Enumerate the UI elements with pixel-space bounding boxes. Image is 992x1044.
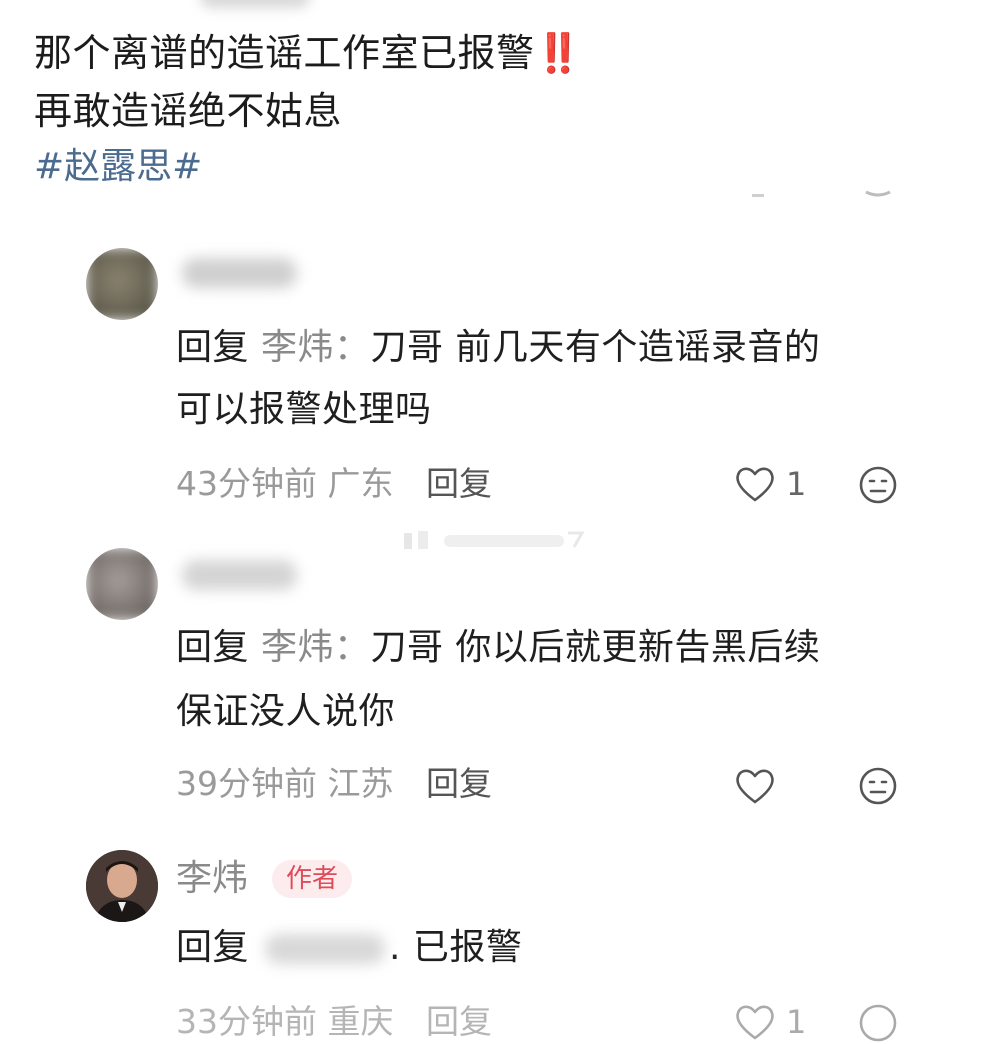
heart-outline-icon[interactable] <box>734 1002 776 1042</box>
blurred-username-top <box>200 0 310 8</box>
neutral-face-icon[interactable] <box>858 1003 898 1043</box>
heart-outline-icon[interactable] <box>734 766 776 806</box>
divider <box>752 190 891 197</box>
reply-to-user[interactable]: 李炜： <box>261 627 371 668</box>
watermark <box>404 531 585 549</box>
blurred-username[interactable] <box>264 934 385 964</box>
reply-button[interactable]: 回复 <box>426 1002 492 1041</box>
hashtag-link[interactable]: #赵露思# <box>34 142 202 192</box>
heart-outline-icon[interactable] <box>734 464 776 504</box>
post-text-line-1: 那个离谱的造谣工作室已报警‼️ <box>34 28 582 78</box>
post-text: 那个离谱的造谣工作室已报警 <box>34 31 535 75</box>
timestamp: 39分钟前 <box>176 764 317 803</box>
avatar[interactable] <box>86 248 158 320</box>
blurred-username[interactable] <box>182 258 297 288</box>
double-exclamation-icon: ‼️ <box>534 31 583 75</box>
comment-text-line-1: 刀哥 前几天有个造谣录音的 <box>370 327 821 368</box>
reply-prefix: 回复 <box>176 327 250 368</box>
comment-text: . 已报警 <box>388 927 523 968</box>
reply-prefix: 回复 <box>176 627 250 668</box>
comment-text-line-2: 可以报警处理吗 <box>176 389 432 430</box>
like-count: 1 <box>786 465 807 503</box>
location: 广东 <box>327 464 394 503</box>
location: 重庆 <box>327 1002 394 1041</box>
comment-text-line-1: 刀哥 你以后就更新告黑后续 <box>370 627 821 668</box>
comment-text: 回复 李炜：刀哥 前几天有个造谣录音的 <box>176 318 820 378</box>
reply-button[interactable]: 回复 <box>426 764 492 803</box>
neutral-face-icon[interactable] <box>858 766 898 806</box>
author-avatar[interactable] <box>86 850 158 922</box>
reply-prefix: 回复 <box>176 927 250 968</box>
location: 江苏 <box>327 764 394 803</box>
reply-to-user[interactable]: 李炜： <box>261 327 371 368</box>
blurred-username[interactable] <box>182 560 297 590</box>
comment-meta: 43分钟前 广东 回复 <box>176 462 492 506</box>
author-comment-text: 回复 . 已报警 <box>176 918 522 978</box>
avatar[interactable] <box>86 548 158 620</box>
comment-meta: 33分钟前 重庆 回复 <box>176 1000 492 1044</box>
reply-button[interactable]: 回复 <box>426 464 492 503</box>
person-photo-icon <box>86 850 158 922</box>
timestamp: 43分钟前 <box>176 464 317 503</box>
comment-meta: 39分钟前 江苏 回复 <box>176 762 492 806</box>
author-name[interactable]: 李炜 <box>176 856 248 902</box>
author-badge: 作者 <box>272 860 353 898</box>
post-text-line-2: 再敢造谣绝不姑息 <box>34 89 343 133</box>
like-count: 1 <box>786 1003 807 1041</box>
neutral-face-icon[interactable] <box>858 465 898 505</box>
comment-text: 回复 李炜：刀哥 你以后就更新告黑后续 <box>176 618 820 678</box>
timestamp: 33分钟前 <box>176 1002 317 1041</box>
comment-text-line-2: 保证没人说你 <box>176 691 396 732</box>
